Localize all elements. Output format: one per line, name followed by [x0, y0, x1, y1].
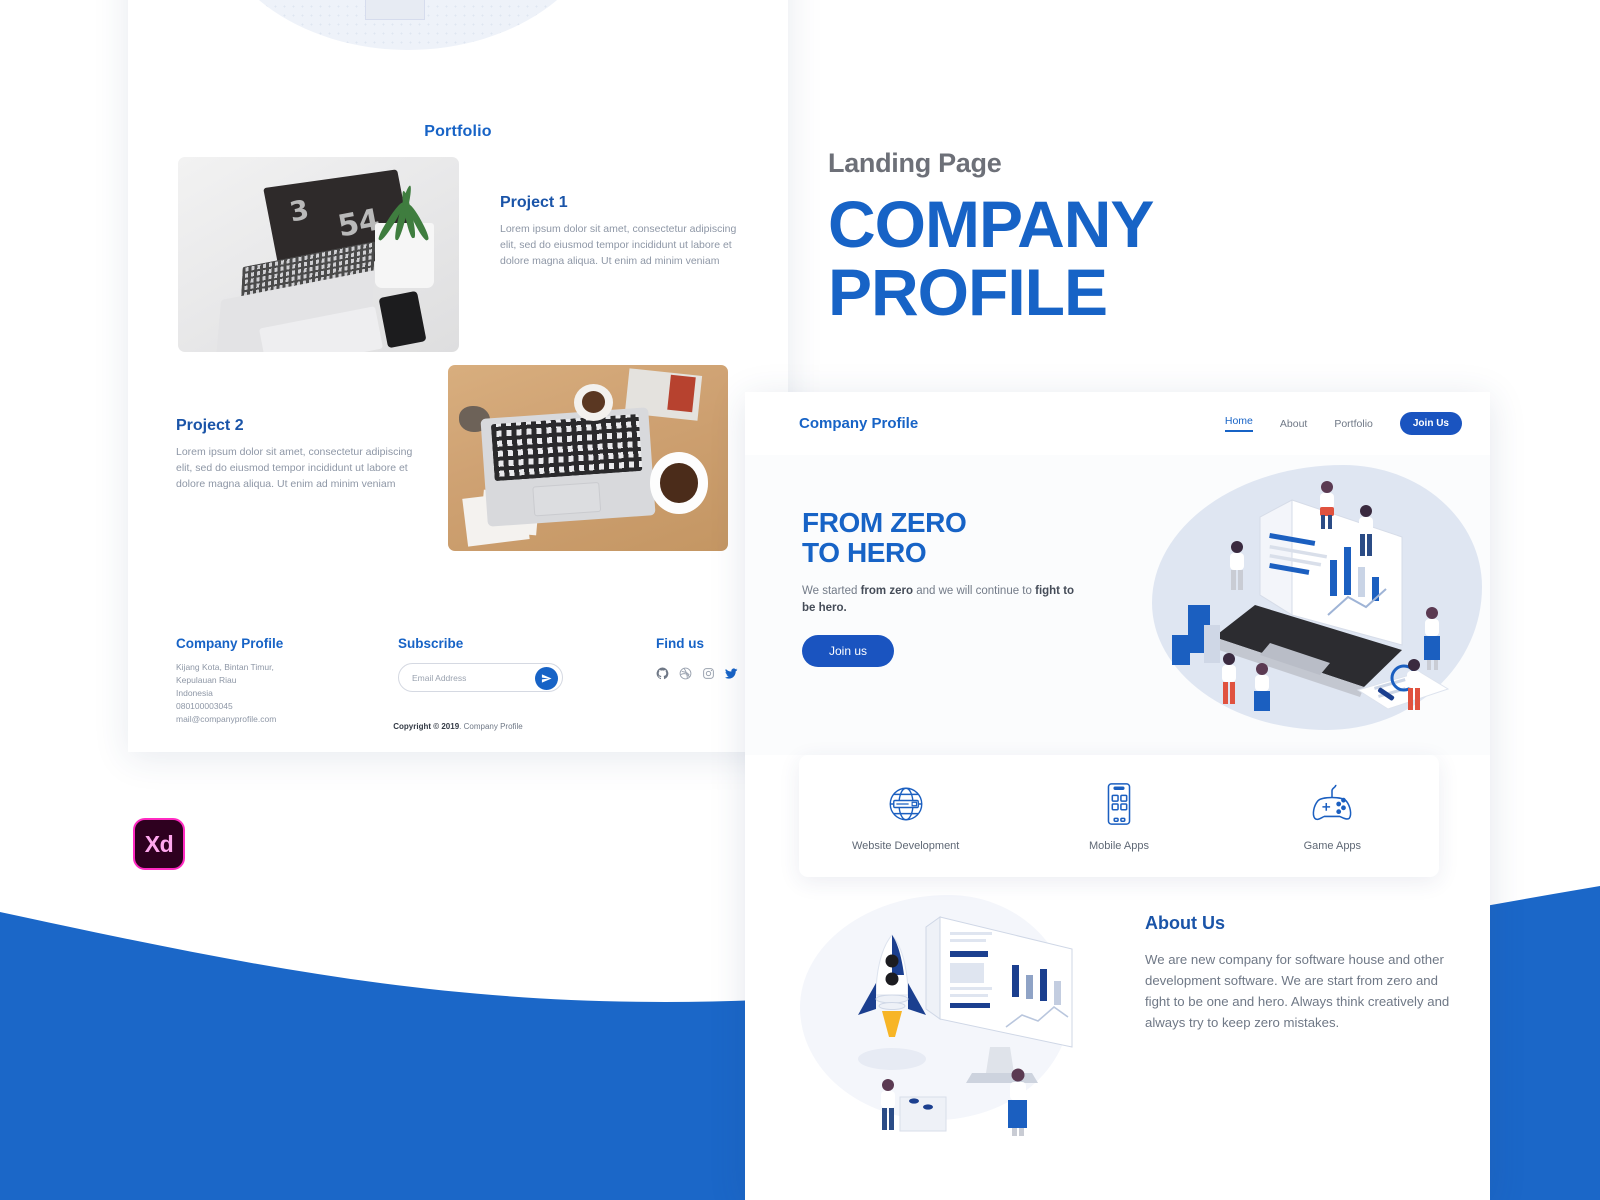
smartphone-icon [1012, 780, 1225, 828]
project-2-description: Lorem ipsum dolor sit amet, consectetur … [176, 446, 413, 490]
twitter-icon[interactable] [725, 667, 738, 680]
blue-corner-block [1525, 1058, 1600, 1200]
copyright-bold: Copyright © 2019 [393, 722, 460, 731]
copyright-line: Copyright © 2019. Company Profile [128, 722, 788, 731]
project-1-row: 3 54 Project 1 Lorem ipsum dolor sit ame… [178, 157, 750, 352]
paper-plane-icon[interactable] [535, 667, 558, 690]
github-icon[interactable] [656, 667, 669, 680]
adobe-xd-logo: Xd [133, 818, 185, 870]
project-1-description: Lorem ipsum dolor sit amet, consectetur … [500, 223, 737, 267]
service-item-game[interactable]: Game Apps [1226, 780, 1439, 852]
screenshot-canvas: Portfolio 3 54 Project 1 Lorem ipsum dol… [0, 0, 1600, 1200]
hero-join-us-button[interactable]: Join us [802, 635, 895, 667]
project-2-image [448, 365, 728, 551]
illustration-podium [365, 0, 425, 20]
subscribe-heading: Subscribe [398, 636, 464, 651]
project-1-title: Project 1 [500, 194, 568, 211]
email-placeholder: Email Address [412, 672, 467, 683]
footer-company-col: Company Profile Kijang Kota, Bintan Timu… [176, 636, 300, 726]
hero-sub-mid: and we will continue to [913, 585, 1036, 597]
hero-sub-pre: We started [802, 585, 861, 597]
footer-address-line-1: Kijang Kota, Bintan Timur, Kepulauan Ria… [176, 662, 274, 685]
hero-section: FROM ZERO TO HERO We started from zero a… [745, 455, 1490, 755]
hero-subtitle: We started from zero and we will continu… [802, 583, 1082, 617]
about-heading: About Us [1145, 913, 1225, 933]
instagram-icon[interactable] [702, 667, 715, 680]
service-label-mobile: Mobile Apps [1089, 840, 1149, 852]
service-item-mobile[interactable]: Mobile Apps [1012, 780, 1225, 852]
nav-link-home[interactable]: Home [1224, 415, 1253, 432]
project-1-image: 3 54 [178, 157, 459, 352]
poster-superscript: Landing Page [828, 148, 1002, 178]
service-label-game: Game Apps [1303, 840, 1362, 852]
services-card: Website Development Mobile Apps Game App… [799, 755, 1439, 877]
portfolio-heading: Portfolio [424, 123, 492, 140]
isometric-laptop-scene [1172, 481, 1450, 711]
portfolio-page-mockup: Portfolio 3 54 Project 1 Lorem ipsum dol… [128, 0, 788, 752]
isometric-rocket-monitor-scene [858, 916, 1073, 1136]
adobe-xd-label: Xd [144, 830, 174, 857]
poster-title-line-2: PROFILE [828, 255, 1108, 329]
email-subscribe-field[interactable]: Email Address [398, 663, 563, 692]
landing-page-mockup: Company Profile Home About Portfolio Joi… [745, 392, 1490, 1200]
about-section: About Us We are new company for software… [745, 887, 1490, 1157]
nav-link-about[interactable]: About [1280, 418, 1307, 430]
find-us-heading: Find us [656, 636, 704, 651]
hero-illustration [1152, 465, 1482, 730]
copyright-rest: . Company Profile [459, 722, 523, 731]
project-2-row: Project 2 Lorem ipsum dolor sit amet, co… [176, 365, 728, 551]
hero-sub-bold-1: from zero [860, 585, 913, 597]
dribbble-icon[interactable] [679, 667, 692, 680]
footer-subscribe-col: Subscribe Email Address [398, 636, 563, 692]
about-body: We are new company for software house an… [1145, 952, 1450, 1030]
footer-address-line-2: Indonesia [176, 688, 213, 698]
poster-title-line-1: COMPANY [828, 187, 1154, 261]
footer-phone: 080100003045 [176, 701, 233, 711]
navbar-brand[interactable]: Company Profile [799, 415, 918, 432]
footer-company-heading: Company Profile [176, 636, 284, 651]
about-illustration [800, 887, 1100, 1137]
globe-icon [799, 780, 1012, 828]
poster-title-block: Landing Page COMPANY PROFILE [828, 148, 1154, 329]
footer-findus-col: Find us [656, 636, 738, 680]
project-2-title: Project 2 [176, 417, 244, 434]
nav-link-portfolio[interactable]: Portfolio [1334, 418, 1373, 430]
service-item-website[interactable]: Website Development [799, 780, 1012, 852]
hero-title-line-1: FROM ZERO [802, 507, 967, 538]
join-us-button[interactable]: Join Us [1399, 412, 1462, 435]
navbar: Company Profile Home About Portfolio Joi… [745, 392, 1490, 455]
hero-title-line-2: TO HERO [802, 537, 927, 568]
gamepad-icon [1226, 780, 1439, 828]
service-label-website: Website Development [851, 840, 960, 852]
